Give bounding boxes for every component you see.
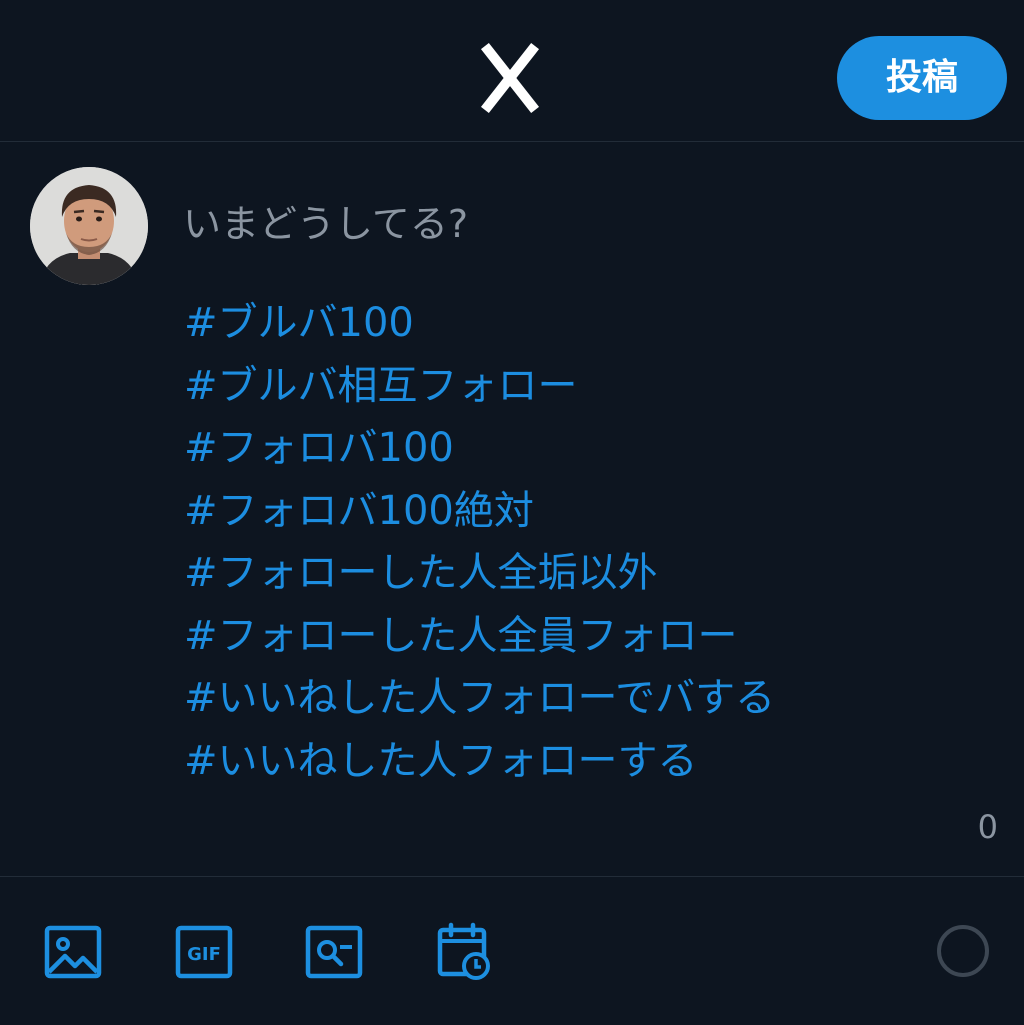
character-count: 0: [977, 808, 998, 846]
search-icon[interactable]: [304, 922, 364, 982]
svg-text:GIF: GIF: [187, 944, 221, 965]
schedule-icon[interactable]: [434, 922, 494, 982]
gif-icon[interactable]: GIF: [174, 922, 234, 982]
x-logo-icon: [480, 42, 540, 114]
hashtag-line[interactable]: #ブルバ相互フォロー: [184, 355, 1004, 418]
image-icon[interactable]: [43, 922, 103, 982]
hashtag-line[interactable]: #フォロバ100: [184, 417, 1004, 480]
compose-toolbar: GIF: [0, 876, 1024, 1025]
compose-input[interactable]: いまどうしてる?: [183, 196, 983, 252]
post-button[interactable]: 投稿: [837, 36, 1007, 120]
user-avatar: [30, 167, 148, 285]
header-bar: 投稿: [0, 0, 1024, 142]
hashtag-line[interactable]: #フォローした人全垢以外: [184, 542, 1004, 605]
hashtag-list[interactable]: #ブルバ100 #ブルバ相互フォロー #フォロバ100 #フォロバ100絶対 #…: [184, 292, 1004, 792]
hashtag-line[interactable]: #ブルバ100: [184, 292, 1004, 355]
progress-ring-icon: [937, 925, 989, 977]
hashtag-line[interactable]: #いいねした人フォローする: [184, 730, 1004, 793]
hashtag-line[interactable]: #いいねした人フォローでバする: [184, 667, 1004, 730]
avatar[interactable]: [30, 167, 148, 285]
hashtag-line[interactable]: #フォロバ100絶対: [184, 480, 1004, 543]
hashtag-line[interactable]: #フォローした人全員フォロー: [184, 605, 1004, 668]
